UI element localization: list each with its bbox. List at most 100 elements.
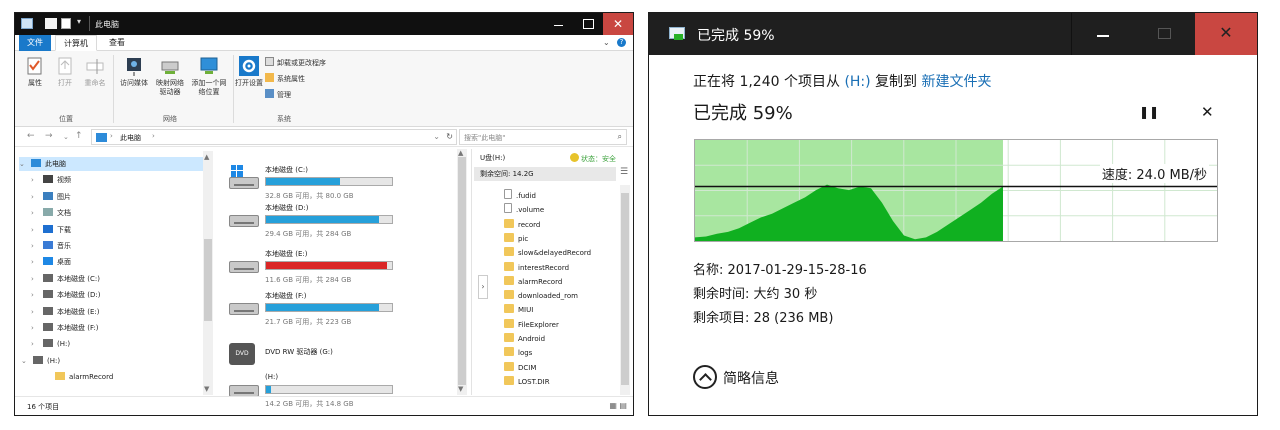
nav-item[interactable]: › 视频 bbox=[31, 173, 71, 187]
close-button[interactable]: ✕ bbox=[1195, 13, 1257, 55]
chevron-down-icon[interactable]: ⌄ bbox=[21, 354, 33, 368]
chevron-right-icon[interactable]: › bbox=[31, 288, 43, 302]
address-dropdown-icon[interactable]: ⌄ bbox=[433, 132, 440, 141]
nav-item[interactable]: ⌄ (H:) bbox=[21, 354, 60, 368]
nav-item[interactable]: › 图片 bbox=[31, 190, 71, 204]
tab-view[interactable]: 查看 bbox=[101, 35, 133, 51]
chevron-down-icon[interactable]: ⌄ bbox=[19, 157, 31, 171]
scroll-down-icon[interactable]: ▼ bbox=[204, 385, 209, 393]
preview-list-item[interactable]: record bbox=[504, 218, 540, 232]
nav-item[interactable]: ⌄ 此电脑 bbox=[19, 157, 205, 171]
destination-link[interactable]: 新建文件夹 bbox=[922, 74, 992, 90]
chevron-right-icon[interactable]: › bbox=[31, 190, 43, 204]
drive-item[interactable]: 本地磁盘 (D:) 29.4 GB 可用，共 284 GB bbox=[227, 201, 417, 243]
scroll-up-icon[interactable]: ▲ bbox=[458, 149, 463, 157]
scrollbar-thumb[interactable] bbox=[204, 239, 212, 321]
free-space-text: 剩余空间: 14.2G bbox=[480, 170, 534, 178]
recent-locations-icon[interactable]: ⌄ bbox=[63, 133, 69, 141]
system-properties-button[interactable]: 系统属性 bbox=[265, 73, 305, 85]
drive-item[interactable]: 本地磁盘 (C:) 32.8 GB 可用，共 80.0 GB bbox=[227, 163, 417, 205]
refresh-icon[interactable]: ↻ bbox=[446, 132, 453, 141]
preview-item-label: downloaded_rom bbox=[518, 292, 578, 301]
source-link[interactable]: (H:) bbox=[844, 74, 870, 90]
chevron-right-icon[interactable]: › bbox=[31, 305, 43, 319]
scrollbar-thumb[interactable] bbox=[458, 157, 466, 385]
preview-list-item[interactable]: logs bbox=[504, 346, 532, 360]
preview-list-item[interactable]: slow&delayedRecord bbox=[504, 246, 591, 260]
nav-item[interactable]: › 文档 bbox=[31, 206, 71, 220]
preview-list-item[interactable]: downloaded_rom bbox=[504, 289, 578, 303]
map-network-drive-button[interactable]: 映射网络驱动器 bbox=[153, 55, 187, 97]
chevron-right-icon[interactable]: › bbox=[31, 321, 43, 335]
drive-item[interactable]: 本地磁盘 (E:) 11.6 GB 可用，共 284 GB bbox=[227, 247, 417, 289]
quick-access-newfolder-icon[interactable] bbox=[61, 18, 71, 29]
open-button[interactable]: 打开 bbox=[51, 55, 79, 88]
access-media-button[interactable]: 访问媒体 bbox=[117, 55, 151, 88]
chevron-right-icon[interactable]: › bbox=[31, 206, 43, 220]
fewer-details-toggle[interactable]: 简略信息 bbox=[693, 365, 779, 389]
pause-icon[interactable]: ❚❚ bbox=[1139, 105, 1159, 119]
rename-button[interactable]: 重命名 bbox=[81, 55, 109, 88]
chevron-right-icon[interactable]: › bbox=[31, 337, 43, 351]
properties-button[interactable]: 属性 bbox=[21, 55, 49, 88]
manage-button[interactable]: 管理 bbox=[265, 89, 291, 101]
open-settings-button[interactable]: 打开设置 bbox=[235, 55, 263, 88]
scroll-down-icon[interactable]: ▼ bbox=[458, 385, 463, 393]
back-icon[interactable]: ← bbox=[27, 131, 35, 141]
add-network-location-button[interactable]: 添加一个网络位置 bbox=[189, 55, 229, 97]
uninstall-programs-button[interactable]: 卸载或更改程序 bbox=[265, 57, 326, 69]
scroll-up-icon[interactable]: ▲ bbox=[204, 153, 209, 161]
preview-scrollbar[interactable] bbox=[620, 185, 630, 395]
close-button[interactable]: ✕ bbox=[603, 13, 633, 35]
preview-list-item[interactable]: alarmRecord bbox=[504, 275, 562, 289]
nav-item[interactable]: › 本地磁盘 (E:) bbox=[31, 305, 99, 319]
nav-item-label: 本地磁盘 (C:) bbox=[57, 274, 100, 283]
minimize-button[interactable] bbox=[543, 13, 573, 35]
cancel-icon[interactable]: ✕ bbox=[1201, 103, 1214, 121]
up-icon[interactable]: ↑ bbox=[75, 131, 83, 141]
nav-item[interactable]: alarmRecord bbox=[43, 370, 113, 384]
chevron-right-icon[interactable]: › bbox=[31, 223, 43, 237]
folder-icon bbox=[504, 361, 514, 371]
menu-icon[interactable]: ☰ bbox=[620, 167, 628, 177]
quick-access-properties-icon[interactable] bbox=[45, 18, 57, 29]
view-toggle-icons[interactable]: ▦ ▤ bbox=[609, 401, 627, 410]
preview-list-item[interactable]: Android bbox=[504, 332, 545, 346]
nav-item[interactable]: › 桌面 bbox=[31, 255, 71, 269]
nav-item[interactable]: › 下载 bbox=[31, 223, 71, 237]
drive-item[interactable]: 本地磁盘 (F:) 21.7 GB 可用，共 223 GB bbox=[227, 289, 417, 331]
chevron-right-icon[interactable]: › bbox=[31, 255, 43, 269]
nav-scrollbar[interactable]: ▲ ▼ bbox=[203, 151, 213, 395]
search-box[interactable]: 搜索"此电脑" ⌕ bbox=[459, 129, 627, 145]
forward-icon[interactable]: → bbox=[45, 131, 53, 141]
help-icon[interactable]: ? bbox=[617, 38, 626, 47]
nav-item[interactable]: › 本地磁盘 (F:) bbox=[31, 321, 99, 335]
nav-item[interactable]: › 本地磁盘 (C:) bbox=[31, 272, 100, 286]
preview-list-item[interactable]: interestRecord bbox=[504, 261, 569, 275]
minimize-button[interactable] bbox=[1071, 13, 1133, 55]
preview-list-item[interactable]: pic bbox=[504, 232, 528, 246]
tab-file[interactable]: 文件 bbox=[19, 35, 51, 51]
maximize-button[interactable] bbox=[1133, 13, 1195, 55]
preview-list-item[interactable]: .volume bbox=[504, 203, 544, 217]
chevron-right-icon[interactable]: › bbox=[31, 173, 43, 187]
collapse-ribbon-icon[interactable]: ⌄ bbox=[603, 38, 610, 47]
preview-list-item[interactable]: FileExplorer bbox=[504, 318, 559, 332]
address-bar[interactable]: › 此电脑 › ⌄ ↻ bbox=[91, 129, 457, 145]
preview-list-item[interactable]: DCIM bbox=[504, 361, 536, 375]
preview-list-item[interactable]: LOST.DIR bbox=[504, 375, 550, 389]
tab-computer[interactable]: 计算机 bbox=[55, 35, 97, 51]
drives-scrollbar[interactable]: ▲ ▼ bbox=[457, 149, 467, 395]
scrollbar-thumb[interactable] bbox=[621, 193, 629, 385]
chevron-right-icon[interactable]: › bbox=[31, 239, 43, 253]
nav-item[interactable]: › 音乐 bbox=[31, 239, 71, 253]
chevron-right-icon[interactable]: › bbox=[31, 272, 43, 286]
nav-item[interactable]: › 本地磁盘 (D:) bbox=[31, 288, 100, 302]
preview-list-item[interactable]: MIUI bbox=[504, 303, 533, 317]
folder-icon bbox=[504, 232, 514, 242]
maximize-button[interactable] bbox=[573, 13, 603, 35]
preview-list-item[interactable]: .fudid bbox=[504, 189, 536, 203]
expand-preview-icon[interactable]: › bbox=[478, 275, 488, 299]
nav-item[interactable]: › (H:) bbox=[31, 337, 70, 351]
quick-access-dropdown-icon[interactable]: ▾ bbox=[77, 17, 81, 26]
